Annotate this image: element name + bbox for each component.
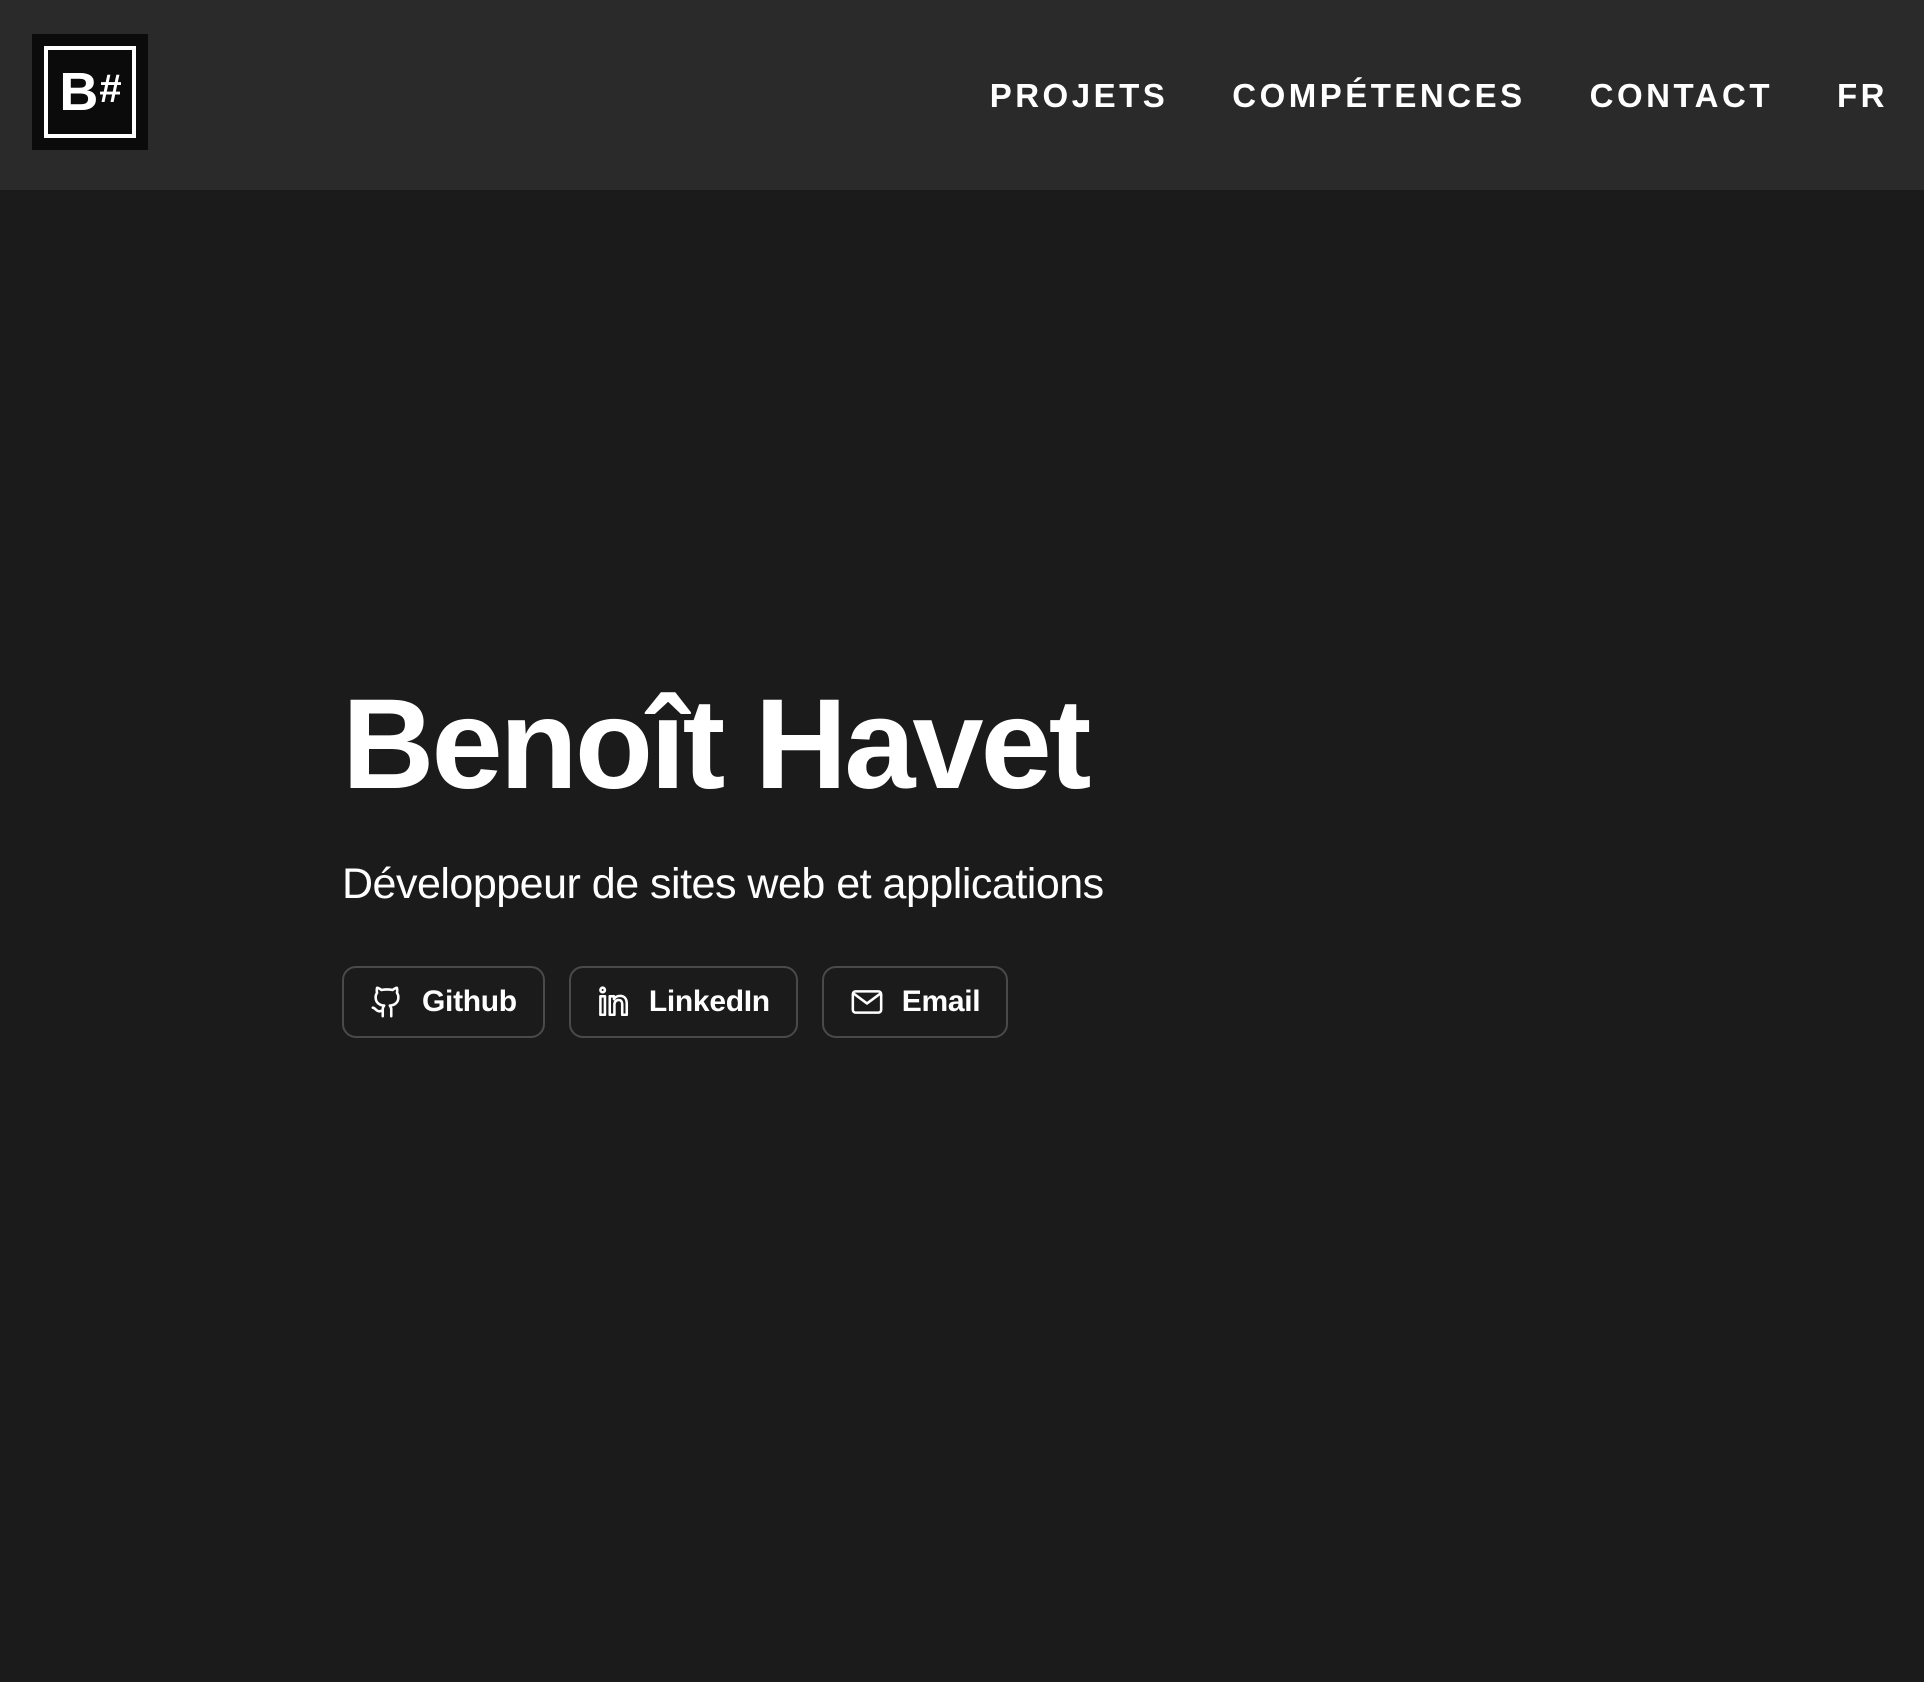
hero-subtitle: Développeur de sites web et applications [342,860,1104,908]
hero-section: Benoît Havet Développeur de sites web et… [342,670,1104,1038]
linkedin-button-label: LinkedIn [648,985,770,1018]
main-nav: PROJETS COMPÉTENCES CONTACT FR [926,76,1888,116]
hero-name: Benoît Havet [342,673,1091,816]
github-icon [370,985,404,1019]
language-switch[interactable]: FR [1837,76,1888,116]
nav-link-skills[interactable]: COMPÉTENCES [1232,76,1525,116]
linkedin-icon [597,985,631,1019]
logo[interactable]: B# [32,34,148,150]
logo-frame: B# [44,46,136,138]
email-button[interactable]: Email [821,966,1009,1038]
site-header: B# PROJETS COMPÉTENCES CONTACT FR [0,0,1924,190]
mail-icon [850,985,884,1019]
github-button[interactable]: Github [342,966,545,1038]
social-buttons: Github LinkedIn Email [342,966,1104,1038]
email-button-label: Email [901,985,981,1018]
logo-letter: B [59,62,98,122]
nav-link-contact[interactable]: CONTACT [1590,76,1773,116]
page: B# PROJETS COMPÉTENCES CONTACT FR Benoît… [0,0,1924,1682]
logo-symbol: # [99,67,121,111]
logo-text: B# [59,62,121,122]
nav-link-projects[interactable]: PROJETS [990,76,1169,116]
github-button-label: Github [422,985,517,1018]
linkedin-button[interactable]: LinkedIn [568,966,798,1038]
